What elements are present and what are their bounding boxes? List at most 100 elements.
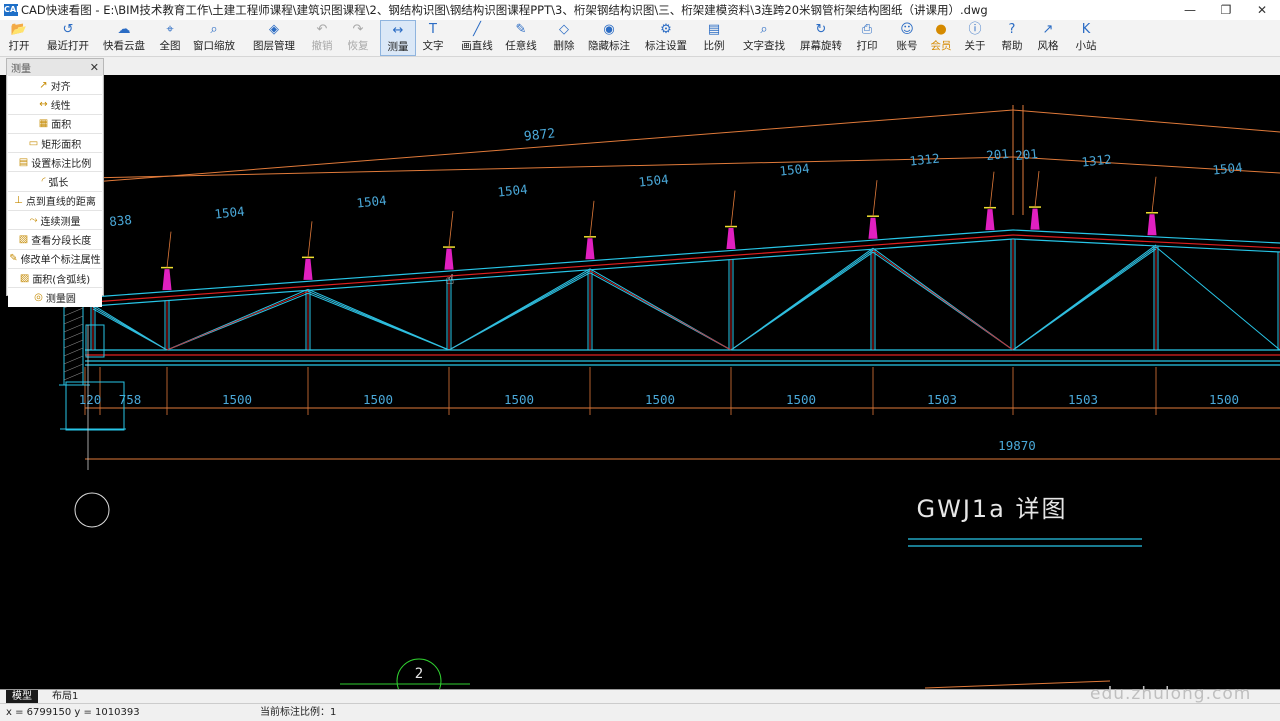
annotation-settings-icon: ⚙ <box>660 22 672 37</box>
restore-icon[interactable]: ❐ <box>1208 0 1244 20</box>
measure-item-rect-area[interactable]: ▭ 矩形面积 <box>8 132 102 153</box>
measure-item-linear-measure[interactable]: ↔ 线性 <box>8 94 102 114</box>
measure-item-label: 对齐 <box>50 81 71 93</box>
measure-panel-items: ↗ 对齐 ↔ 线性 ▦ 面积 ▭ 矩形面积 ▤ 设置标注比例 ◜ 弧长 ⊥ 点到直线的距离 ⤳ 连续测量 ▧ 查看… <box>7 75 103 307</box>
toolbar-label: 最近打开 <box>47 40 89 52</box>
diagonal-member <box>166 290 309 351</box>
toolbar-button-text[interactable]: T 文字 <box>418 20 448 56</box>
toolbar-button-recent-clock[interactable]: ↺ 最近打开 <box>42 20 94 56</box>
style-icon: ↗ <box>1042 22 1054 37</box>
user-icon: ☺ <box>900 22 914 37</box>
toolbar-button-text-search[interactable]: ⌕ 文字查找 <box>738 20 790 56</box>
line-icon: ╱ <box>473 22 481 37</box>
dimension-line <box>1012 109 1280 133</box>
layers-icon: ◈ <box>269 22 279 37</box>
toolbar-button-zoom-window[interactable]: ⌕ 窗口缩放 <box>190 20 238 56</box>
toolbar-button-cloud[interactable]: ☁ 快看云盘 <box>98 20 150 56</box>
scale-icon: ▤ <box>707 22 721 37</box>
lower-dimension: 758 <box>119 392 142 407</box>
toolbar-button-line[interactable]: ╱ 画直线 <box>456 20 498 56</box>
toolbar-button-vip[interactable]: ● 会员 <box>926 20 956 56</box>
toolbar-label: 快看云盘 <box>103 40 145 52</box>
circle-measure-icon: ◎ <box>34 291 43 303</box>
close-window-icon[interactable]: ✕ <box>1244 0 1280 20</box>
toolbar-button-info[interactable]: ⓘ 关于 <box>958 20 992 56</box>
diagonal-member <box>448 270 591 351</box>
toolbar-label: 比例 <box>703 40 725 52</box>
toolbar-button-freehand[interactable]: ✎ 任意线 <box>500 20 542 56</box>
toolbar-button-layers[interactable]: ◈ 图层管理 <box>248 20 300 56</box>
measure-item-point-line-distance[interactable]: ⊥ 点到直线的距离 <box>8 190 102 211</box>
toolbar-button-printer[interactable]: ⎙ 打印 <box>852 20 882 56</box>
toolbar-button-rotate[interactable]: ↻ 屏幕旋转 <box>795 20 847 56</box>
app-logo-icon: CAD <box>4 4 23 16</box>
segment-length-icon: ▧ <box>18 234 29 246</box>
measure-item-arc-length[interactable]: ◜ 弧长 <box>8 171 102 191</box>
eraser-icon: ◇ <box>559 22 569 37</box>
measure-item-label: 弧长 <box>48 178 69 190</box>
measure-item-edit-annotation[interactable]: ✎ 修改单个标注属性 <box>8 248 102 268</box>
panel-close-icon[interactable]: ✕ <box>90 61 99 74</box>
measure-item-align-measure[interactable]: ↗ 对齐 <box>8 75 102 95</box>
toolbar-button-hide-eye[interactable]: ◉ 隐藏标注 <box>584 20 634 56</box>
upper-dimension: 1504 <box>1212 159 1244 177</box>
dimension-line <box>92 156 1014 179</box>
purlin-support <box>585 238 595 260</box>
measure-item-area[interactable]: ▦ 面积 <box>8 113 102 133</box>
upper-dimension: 201 <box>986 146 1010 163</box>
purlin-support <box>303 258 313 280</box>
measure-item-label: 查看分段长度 <box>31 236 92 248</box>
main-toolbar: 📂 打开 ↺ 最近打开 ☁ 快看云盘 ⌖ 全图 ⌕ 窗口缩放 ◈ 图层管理 ↶ 撤销 ↷ 恢复 ↔ 测量 T 文字 ╱ 画… <box>0 20 1280 57</box>
purlin-support <box>444 248 454 270</box>
toolbar-button-user[interactable]: ☺ 账号 <box>892 20 922 56</box>
toolbar-button-measure[interactable]: ↔ 测量 <box>380 20 416 56</box>
toolbar-button-eraser[interactable]: ◇ 删除 <box>548 20 580 56</box>
measure-item-label: 连续测量 <box>40 216 81 228</box>
tab-model[interactable]: 模型 <box>6 690 38 703</box>
toolbar-button-open-folder[interactable]: 📂 打开 <box>0 20 38 56</box>
lower-dimension: 1500 <box>786 392 816 407</box>
toolbar-button-k-station[interactable]: K 小站 <box>1070 20 1102 56</box>
toolbar-label: 打印 <box>856 40 878 52</box>
rotate-icon: ↻ <box>815 22 827 37</box>
upper-dimension: 1312 <box>1081 151 1113 169</box>
toolbar-button-style[interactable]: ↗ 风格 <box>1032 20 1064 56</box>
lower-dimension: 1500 <box>504 392 534 407</box>
diagonal-member <box>730 249 874 351</box>
toolbar-button-help[interactable]: ? 帮助 <box>996 20 1028 56</box>
measure-item-segment-length[interactable]: ▧ 查看分段长度 <box>8 229 102 249</box>
upper-dimension: 838 <box>109 212 133 229</box>
title-bar: CAD CAD快速看图 - E:\BIM技术教育工作\土建工程师课程\建筑识图课… <box>0 0 1280 20</box>
purlin-support <box>868 217 878 239</box>
hatch-line <box>63 347 84 357</box>
toolbar-button-scale[interactable]: ▤ 比例 <box>698 20 730 56</box>
lower-dimension: 1500 <box>645 392 675 407</box>
toolbar-label: 撤销 <box>311 40 333 52</box>
purlin-support <box>985 209 995 231</box>
diagonal-member <box>589 270 732 351</box>
measure-item-label: 设置标注比例 <box>31 158 92 170</box>
drawing-canvas[interactable]: 9872 838 1504 1504 1504 1504 1504 1312 201 201 131… <box>0 75 1280 689</box>
diagonal-member <box>1155 246 1280 351</box>
leader-line <box>448 211 454 248</box>
toolbar-label: 会员 <box>930 40 952 52</box>
minimize-icon[interactable]: — <box>1172 0 1208 20</box>
upper-dimension: 1504 <box>497 181 529 199</box>
tab-layout1[interactable]: 布局1 <box>46 690 84 703</box>
diagonal-member <box>307 290 450 351</box>
toolbar-button-annotation-settings[interactable]: ⚙ 标注设置 <box>640 20 692 56</box>
cad-drawing[interactable]: 9872 838 1504 1504 1504 1504 1504 1312 201 201 131… <box>0 75 1280 689</box>
arc-area-icon: ▨ <box>19 272 30 284</box>
vip-icon: ● <box>935 22 947 37</box>
toolbar-button-fit-all[interactable]: ⌖ 全图 <box>155 20 185 56</box>
toolbar-button-redo[interactable]: ↷ 恢复 <box>342 20 374 56</box>
measure-item-scale-setting[interactable]: ▤ 设置标注比例 <box>8 152 102 172</box>
hatch-line <box>63 363 84 373</box>
dimension-line <box>92 109 1014 183</box>
toolbar-label: 账号 <box>896 40 918 52</box>
measure-item-circle-measure[interactable]: ◎ 测量圆 <box>8 287 102 307</box>
upper-dimension: 1312 <box>909 150 941 168</box>
measure-item-continuous-measure[interactable]: ⤳ 连续测量 <box>8 210 102 230</box>
measure-item-arc-area[interactable]: ▨ 面积(含弧线) <box>8 267 102 288</box>
toolbar-button-undo[interactable]: ↶ 撤销 <box>306 20 338 56</box>
